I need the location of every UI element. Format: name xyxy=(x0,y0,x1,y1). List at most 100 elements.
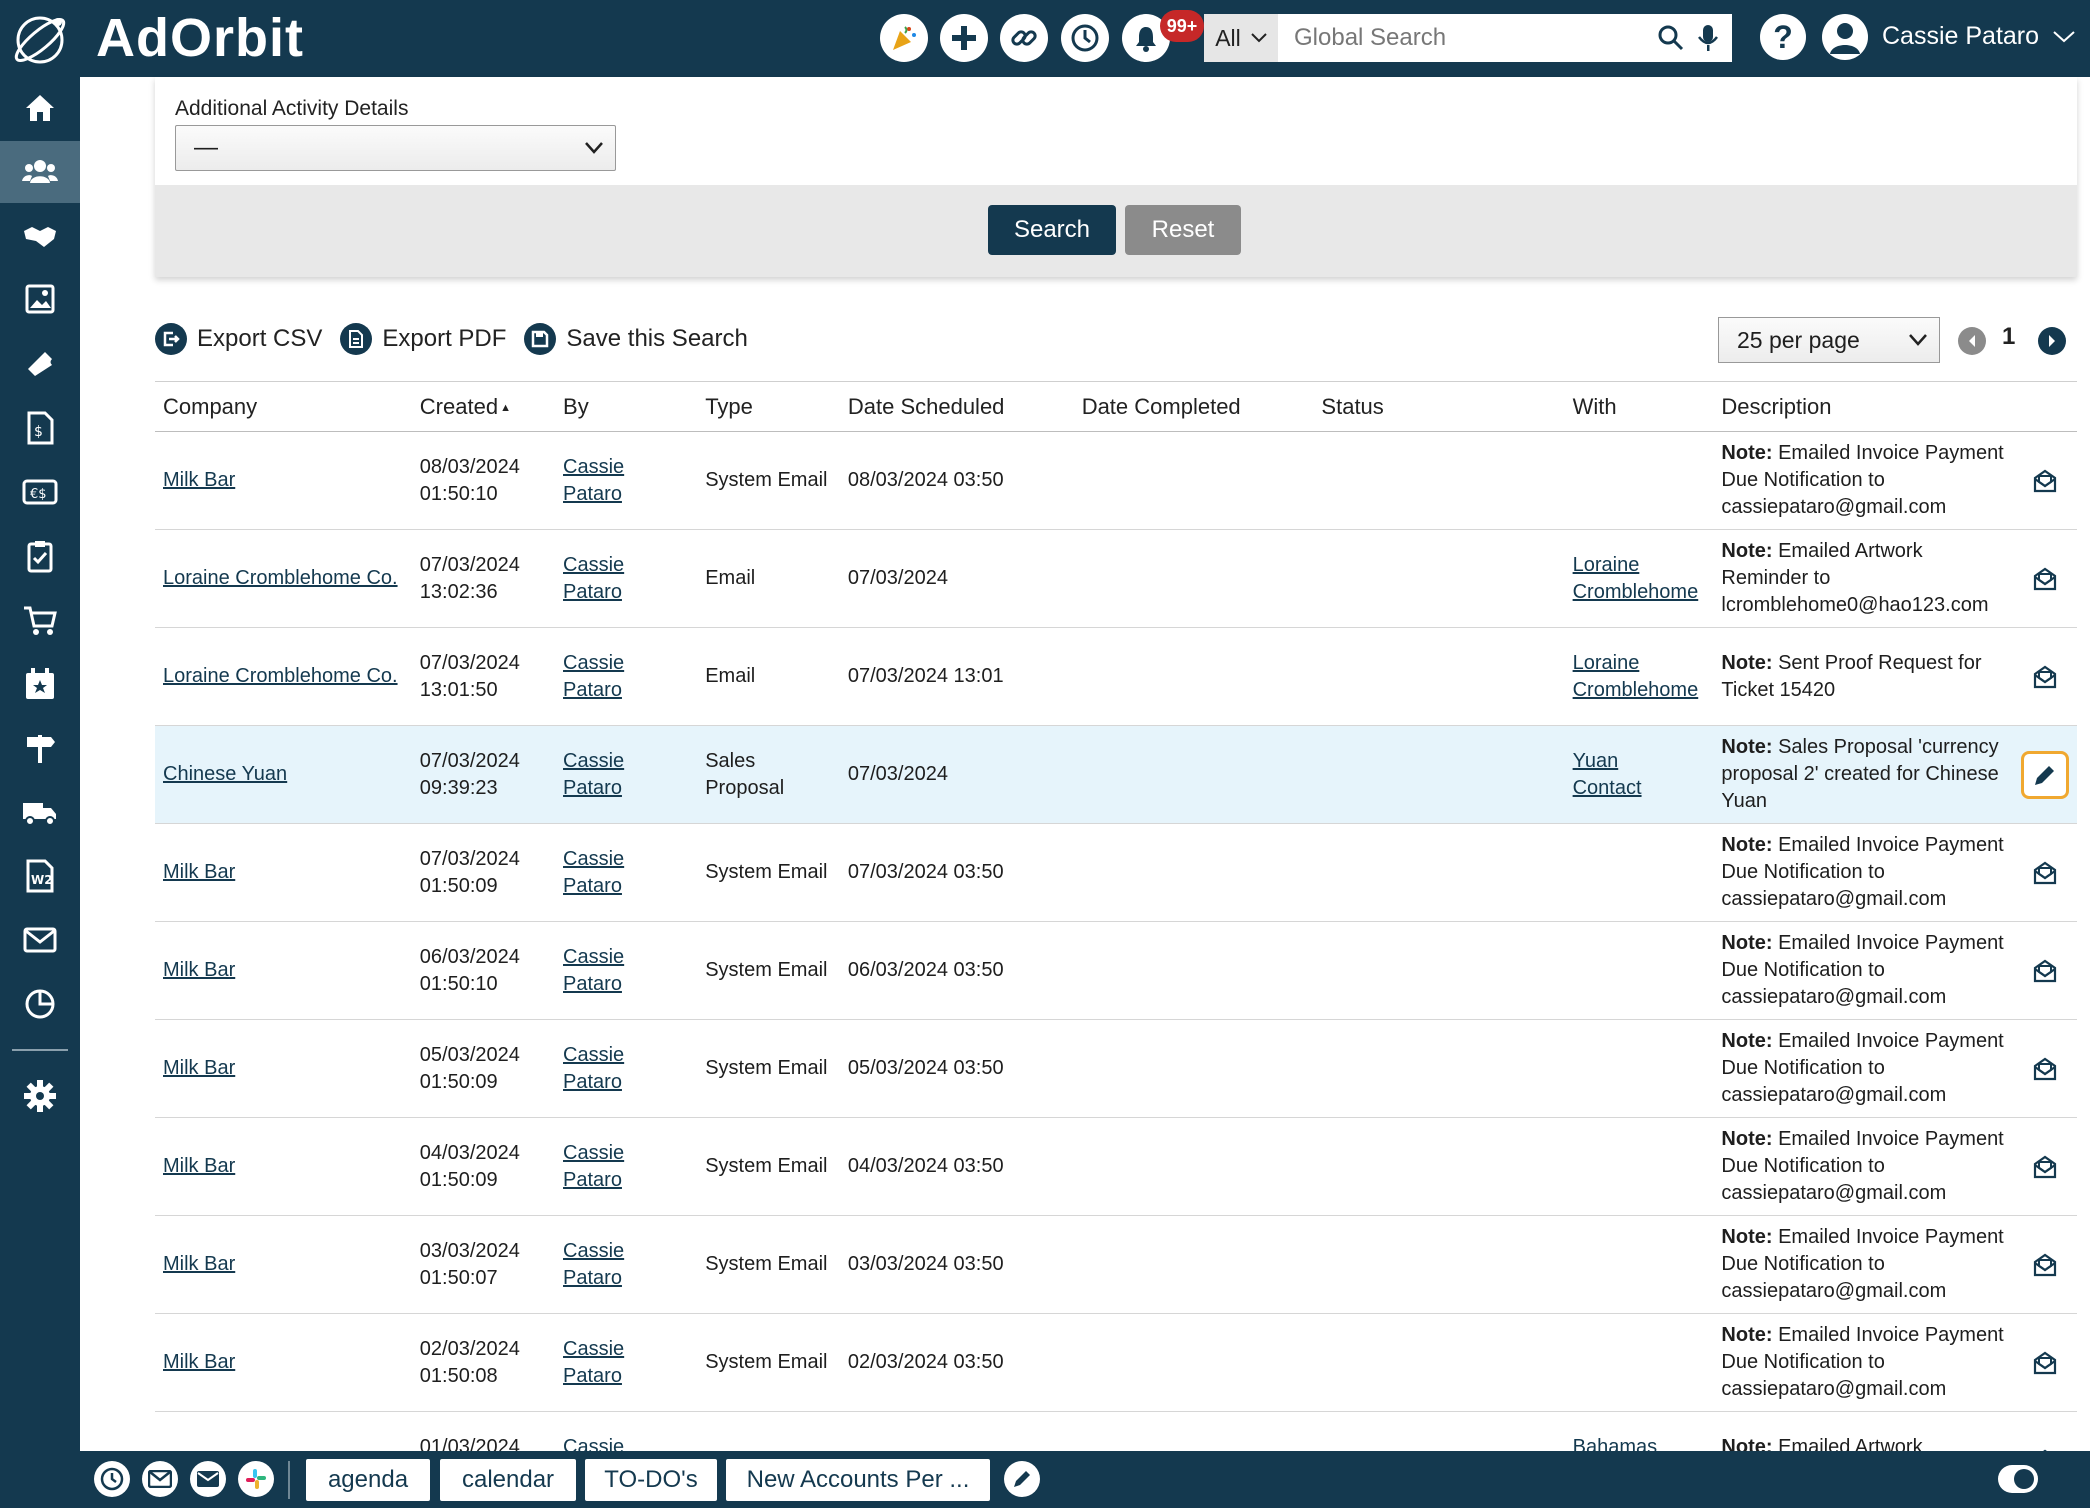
by-user-link[interactable]: Cassie Pataro xyxy=(563,454,689,508)
table-row[interactable]: Milk Bar 05/03/2024 01:50:09 Cassie Pataro Sy… xyxy=(155,1019,2077,1118)
microphone-icon[interactable] xyxy=(1696,23,1720,53)
company-link[interactable]: Milk Bar xyxy=(163,861,235,883)
bottom-tab-new-accounts[interactable]: New Accounts Per ... xyxy=(726,1459,990,1501)
sidebar-item-tickets[interactable] xyxy=(0,333,80,395)
table-row[interactable]: Milk Bar 04/03/2024 01:50:09 Cassie Pataro Sy… xyxy=(155,1117,2077,1216)
by-user-link[interactable]: Cassie Pataro xyxy=(563,1336,689,1390)
user-menu[interactable]: Cassie Pataro xyxy=(1882,22,2075,51)
column-header-date-scheduled[interactable]: Date Scheduled xyxy=(839,381,1074,432)
sidebar-item-orders[interactable] xyxy=(0,589,80,651)
by-user-link[interactable]: Cassie Pataro xyxy=(563,748,689,802)
column-header-date-completed[interactable]: Date Completed xyxy=(1073,381,1314,432)
open-email-icon[interactable] xyxy=(2021,1241,2069,1289)
company-link[interactable]: Milk Bar xyxy=(163,1351,235,1373)
company-link[interactable]: Milk Bar xyxy=(163,1253,235,1275)
company-link[interactable]: Milk Bar xyxy=(163,959,235,981)
edit-pencil-icon[interactable] xyxy=(2020,750,2069,799)
history-clock-icon[interactable] xyxy=(1061,14,1109,62)
search-button[interactable]: Search xyxy=(988,205,1116,255)
sidebar-item-invoices[interactable]: $ xyxy=(0,397,80,459)
clock-icon[interactable] xyxy=(94,1461,130,1497)
table-row[interactable]: Chinese Yuan 07/03/2024 09:39:23 Cassie Pata… xyxy=(155,725,2077,824)
export-pdf-button[interactable]: Export PDF xyxy=(340,323,506,355)
by-user-link[interactable]: Cassie Pataro xyxy=(563,846,689,900)
company-link[interactable]: Loraine Cromblehome Co. xyxy=(163,665,398,687)
column-header-by[interactable]: By xyxy=(555,381,698,432)
by-user-link[interactable]: Cassie Pataro xyxy=(563,1140,689,1194)
open-email-icon[interactable] xyxy=(2021,1045,2069,1093)
reset-button[interactable]: Reset xyxy=(1125,205,1241,255)
global-search-input[interactable] xyxy=(1278,14,1656,62)
inbox-icon[interactable] xyxy=(190,1461,226,1497)
sidebar-item-events[interactable] xyxy=(0,653,80,715)
open-email-icon[interactable] xyxy=(2021,457,2069,505)
bottom-tab-todos[interactable]: TO-DO's xyxy=(585,1459,717,1501)
sidebar-item-payments[interactable]: €$ xyxy=(0,461,80,523)
sidebar-item-delivery[interactable] xyxy=(0,781,80,843)
next-page-button[interactable] xyxy=(2038,327,2066,355)
user-avatar-icon[interactable] xyxy=(1822,14,1868,60)
company-link[interactable]: Chinese Yuan xyxy=(163,763,287,785)
open-email-icon[interactable] xyxy=(2021,849,2069,897)
by-user-link[interactable]: Cassie Pataro xyxy=(563,1238,689,1292)
table-row[interactable]: Milk Bar 02/03/2024 01:50:08 Cassie Pataro Sy… xyxy=(155,1313,2077,1412)
additional-activity-details-select[interactable]: — xyxy=(175,125,616,171)
link-icon[interactable] xyxy=(1000,14,1048,62)
column-header-description[interactable]: Description xyxy=(1713,381,2013,432)
open-email-icon[interactable] xyxy=(2021,1339,2069,1387)
slack-icon[interactable] xyxy=(238,1461,274,1497)
by-user-link[interactable]: Cassie Pataro xyxy=(563,944,689,998)
prev-page-button[interactable] xyxy=(1958,327,1986,355)
table-row[interactable]: Milk Bar 03/03/2024 01:50:07 Cassie Pataro Sy… xyxy=(155,1215,2077,1314)
search-scope-dropdown[interactable]: All xyxy=(1204,14,1278,62)
mail-icon[interactable] xyxy=(142,1461,178,1497)
sidebar-item-contacts[interactable] xyxy=(0,141,80,203)
sidebar-item-media[interactable] xyxy=(0,269,80,331)
edit-tabs-icon[interactable] xyxy=(1004,1461,1040,1497)
company-link[interactable]: Milk Bar xyxy=(163,1057,235,1079)
open-email-icon[interactable] xyxy=(2021,653,2069,701)
per-page-select[interactable]: 25 per page xyxy=(1718,317,1940,363)
column-header-status[interactable]: Status xyxy=(1313,381,1565,432)
table-row[interactable]: Milk Bar 07/03/2024 01:50:09 Cassie Pataro Sy… xyxy=(155,823,2077,922)
open-email-icon[interactable] xyxy=(2021,555,2069,603)
sidebar-item-tasks[interactable] xyxy=(0,525,80,587)
add-icon[interactable] xyxy=(940,14,988,62)
sidebar-item-settings[interactable] xyxy=(0,1065,80,1127)
app-logo-text[interactable]: AdOrbit xyxy=(96,8,304,68)
open-email-icon[interactable] xyxy=(2021,1143,2069,1191)
sidebar-item-campaigns[interactable] xyxy=(0,717,80,779)
sidebar-item-reports[interactable] xyxy=(0,973,80,1035)
table-row[interactable]: Milk Bar 06/03/2024 01:50:10 Cassie Pataro Sy… xyxy=(155,921,2077,1020)
export-csv-button[interactable]: Export CSV xyxy=(155,323,322,355)
party-icon[interactable] xyxy=(880,14,928,62)
by-user-link[interactable]: Cassie Pataro xyxy=(563,552,689,606)
theme-toggle[interactable] xyxy=(1998,1465,2038,1493)
column-header-created[interactable]: Created ▲ xyxy=(411,381,556,432)
by-user-link[interactable]: Cassie Pataro xyxy=(563,1042,689,1096)
sidebar-item-deals[interactable] xyxy=(0,205,80,267)
bottom-tab-agenda[interactable]: agenda xyxy=(306,1459,430,1501)
column-header-with[interactable]: With xyxy=(1564,381,1714,432)
with-contact-link[interactable]: Yuan Contact xyxy=(1573,748,1706,802)
table-row[interactable]: Milk Bar 08/03/2024 01:50:10 Cassie Pataro Sy… xyxy=(155,431,2077,530)
table-row[interactable]: Loraine Cromblehome Co. 07/03/2024 13:01:5… xyxy=(155,627,2077,726)
company-link[interactable]: Milk Bar xyxy=(163,469,235,491)
company-link[interactable]: Loraine Cromblehome Co. xyxy=(163,567,398,589)
sidebar-item-home[interactable] xyxy=(0,77,80,139)
save-search-button[interactable]: Save this Search xyxy=(524,323,748,355)
column-header-company[interactable]: Company xyxy=(155,381,412,432)
bottom-tab-calendar[interactable]: calendar xyxy=(440,1459,576,1501)
with-contact-link[interactable]: Loraine Cromblehome xyxy=(1573,552,1706,606)
search-icon[interactable] xyxy=(1656,23,1686,53)
orbit-logo-icon[interactable] xyxy=(8,10,72,68)
company-link[interactable]: Milk Bar xyxy=(163,1155,235,1177)
column-header-type[interactable]: Type xyxy=(697,381,840,432)
by-user-link[interactable]: Cassie Pataro xyxy=(563,650,689,704)
help-icon[interactable]: ? xyxy=(1760,14,1806,60)
with-contact-link[interactable]: Loraine Cromblehome xyxy=(1573,650,1706,704)
sidebar-item-tax-forms[interactable]: W2 xyxy=(0,845,80,907)
table-row[interactable]: Loraine Cromblehome Co. 07/03/2024 13:02:3… xyxy=(155,529,2077,628)
sidebar-item-mail[interactable] xyxy=(0,909,80,971)
open-email-icon[interactable] xyxy=(2021,947,2069,995)
